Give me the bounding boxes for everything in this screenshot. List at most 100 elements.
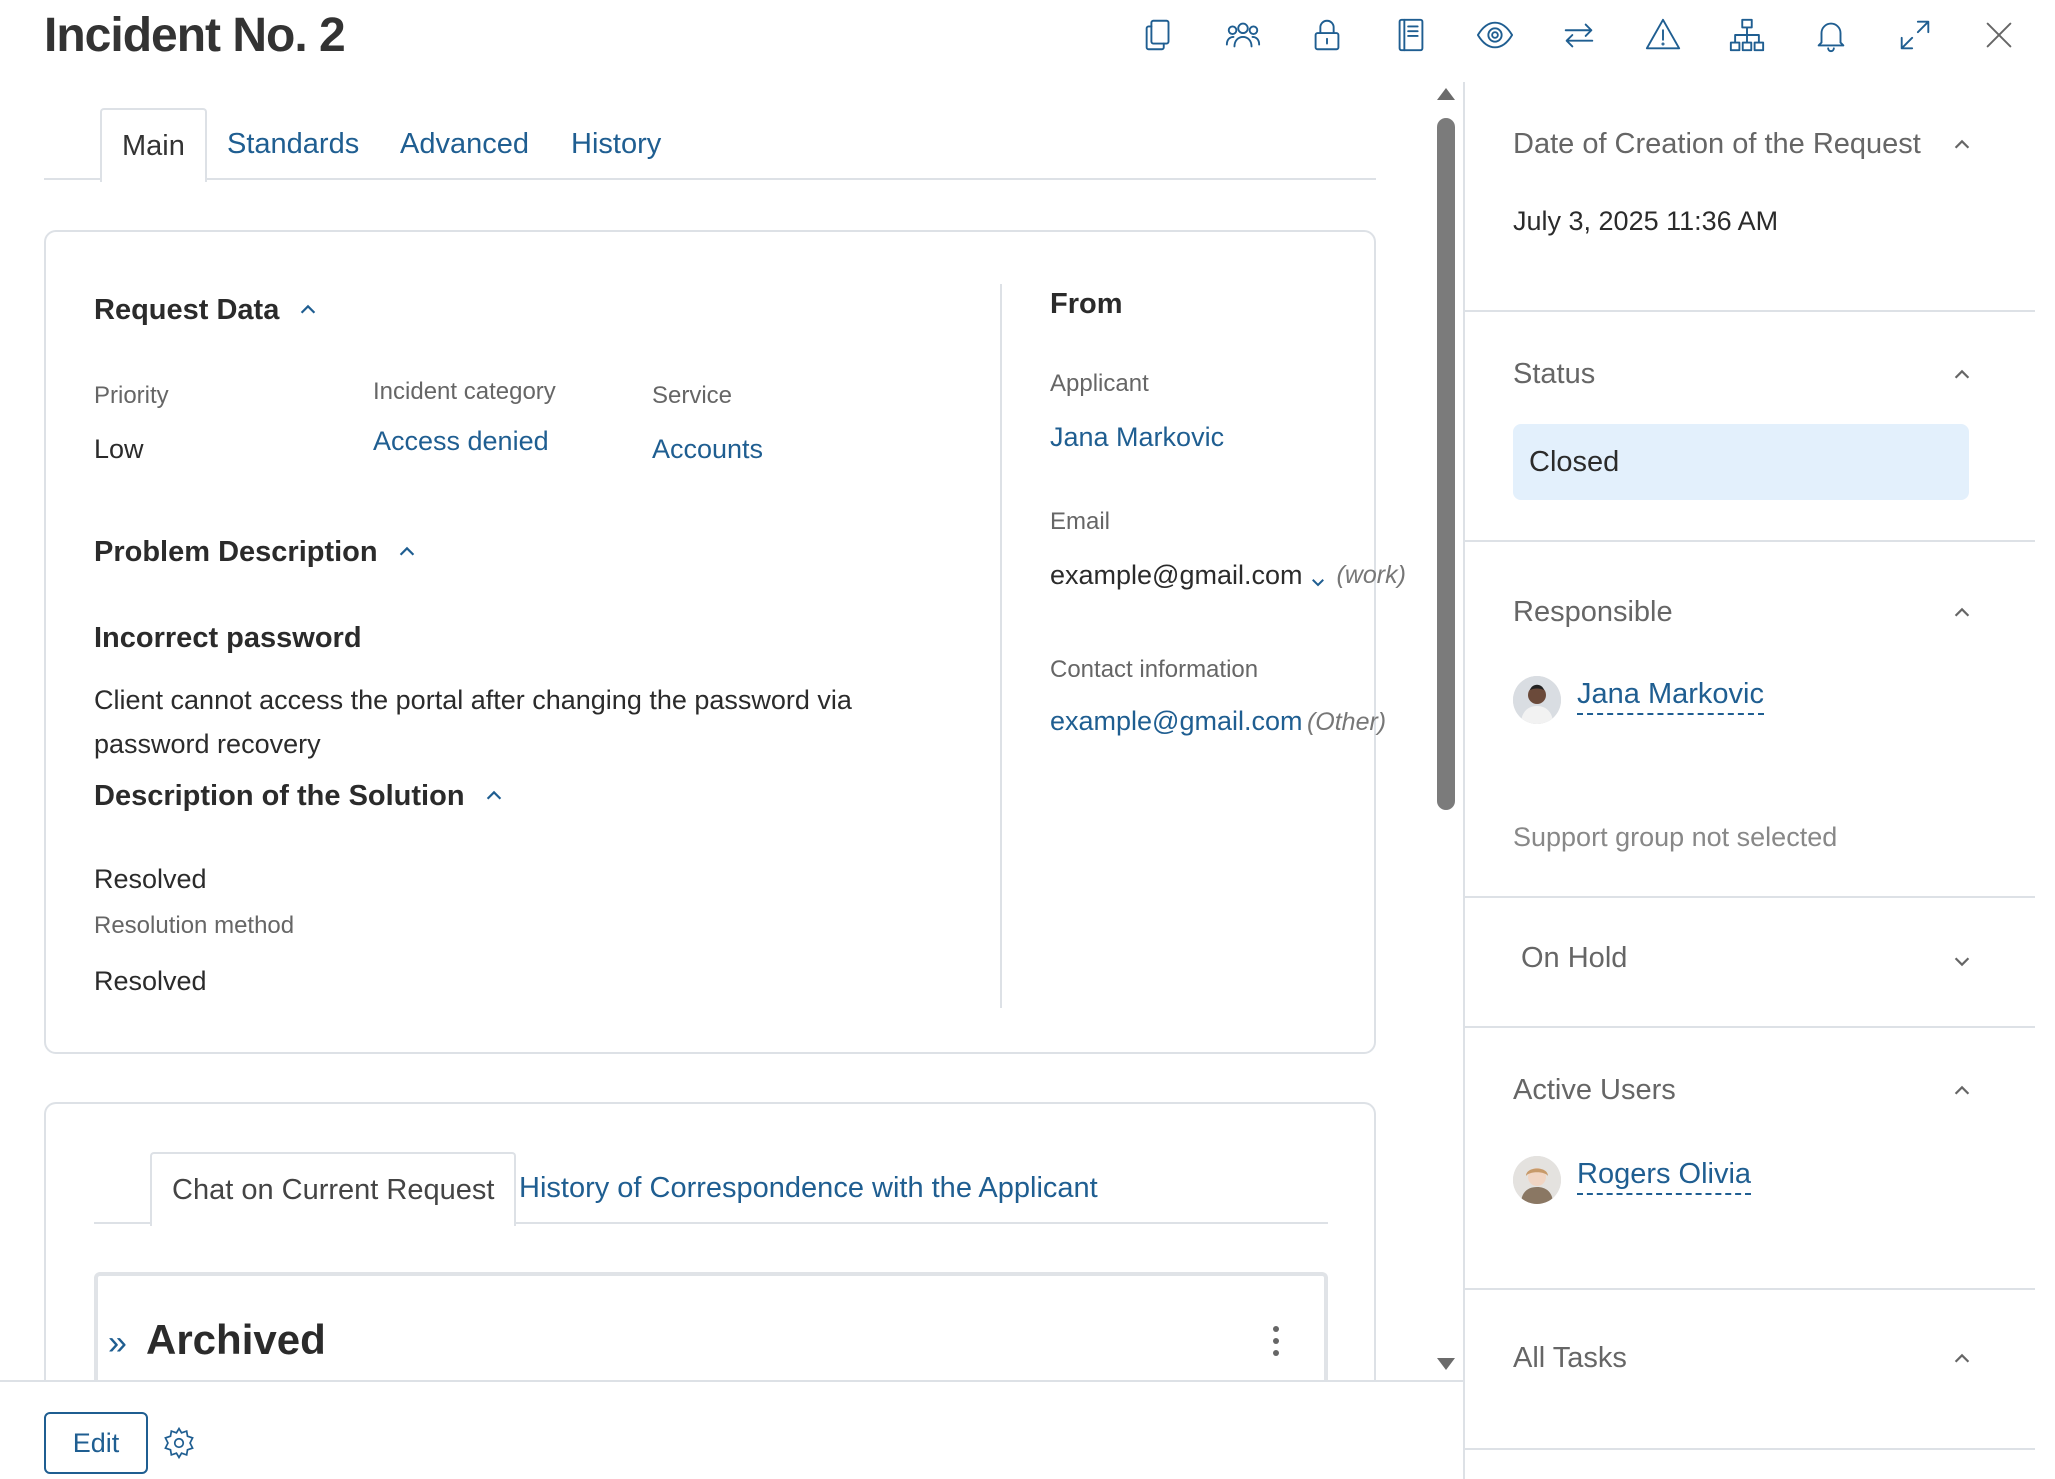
column-divider	[1000, 284, 1002, 1008]
status-badge[interactable]: Closed	[1513, 424, 1969, 500]
chevron-down-icon[interactable]	[1951, 950, 1977, 976]
resolution-method-label: Resolution method	[94, 912, 295, 939]
archived-panel: » Archived	[94, 1272, 1328, 1380]
problem-subject: Incorrect password	[94, 622, 362, 654]
active-user-link[interactable]: Rogers Olivia	[1577, 1158, 1752, 1195]
on-hold-heading: On Hold	[1521, 942, 1628, 974]
chat-card: Chat on Current Request History of Corre…	[44, 1102, 1376, 1380]
tab-history[interactable]: History	[571, 108, 661, 180]
right-panel: Date of Creation of the Request July 3, …	[1463, 82, 2035, 1479]
chevron-up-icon[interactable]	[1951, 134, 1977, 160]
bottom-bar: Edit	[0, 1380, 1463, 1479]
chevron-up-icon	[297, 296, 327, 326]
status-section: Status Closed	[1465, 312, 2035, 542]
chevron-up-icon	[483, 782, 513, 812]
scroll-up-arrow-icon[interactable]	[1437, 88, 1455, 100]
email-value-row[interactable]: example@gmail.com (work)	[1050, 560, 1406, 591]
expand-button[interactable]	[1873, 12, 1957, 58]
tab-chat-current[interactable]: Chat on Current Request	[150, 1152, 517, 1226]
lock-icon	[1314, 19, 1340, 51]
structure-button[interactable]	[1705, 12, 1789, 58]
warning-icon	[1645, 18, 1681, 50]
contact-link[interactable]: example@gmail.com	[1050, 706, 1303, 736]
lock-button[interactable]	[1285, 12, 1369, 58]
service-label: Service	[652, 382, 733, 409]
solution-heading[interactable]: Description of the Solution	[94, 780, 513, 813]
solution-value: Resolved	[94, 864, 207, 894]
more-options-icon[interactable]	[1270, 1326, 1282, 1362]
contact-row: example@gmail.com (Other)	[1050, 706, 1386, 737]
applicant-link[interactable]: Jana Markovic	[1050, 422, 1224, 453]
bell-icon	[1817, 22, 1845, 53]
notifications-button[interactable]	[1789, 12, 1873, 58]
transfer-button[interactable]	[1537, 12, 1621, 58]
edit-button[interactable]: Edit	[44, 1412, 148, 1474]
escalate-button[interactable]	[1621, 12, 1705, 58]
active-users-section: Active Users Rogers Olivia	[1465, 1028, 2035, 1290]
category-link[interactable]: Access denied	[373, 426, 549, 457]
main-tabs: Main Standards Advanced History	[44, 108, 1376, 182]
priority-value: Low	[94, 434, 144, 464]
responsible-heading: Responsible	[1513, 596, 1673, 628]
problem-heading[interactable]: Problem Description	[94, 536, 426, 569]
problem-title: Problem Description	[94, 536, 378, 568]
support-group-note: Support group not selected	[1513, 822, 1838, 852]
main-area: Main Standards Advanced History Request …	[0, 82, 1463, 1380]
creation-date-heading: Date of Creation of the Request	[1513, 128, 1921, 160]
responsible-user-link[interactable]: Jana Markovic	[1577, 678, 1764, 715]
chevron-down-icon	[1309, 567, 1327, 586]
request-data-heading[interactable]: Request Data	[94, 294, 327, 327]
close-icon	[1986, 22, 2012, 48]
from-heading: From	[1050, 288, 1123, 320]
tab-main[interactable]: Main	[100, 108, 207, 182]
double-chevron-right-icon[interactable]: »	[108, 1324, 127, 1363]
contact-type: (Other)	[1306, 708, 1387, 736]
contact-label: Contact information	[1050, 656, 1259, 683]
on-hold-section[interactable]: On Hold	[1465, 898, 2035, 1028]
copy-icon	[1145, 19, 1170, 51]
page-title: Incident No. 2	[44, 9, 346, 62]
avatar	[1513, 1156, 1561, 1204]
hierarchy-icon	[1729, 18, 1765, 52]
tab-correspondence-history[interactable]: History of Correspondence with the Appli…	[519, 1152, 1098, 1224]
participants-button[interactable]	[1201, 12, 1285, 58]
chevron-up-icon	[396, 538, 426, 568]
problem-text: Client cannot access the portal after ch…	[94, 685, 852, 759]
service-link[interactable]: Accounts	[652, 434, 763, 465]
chevron-up-icon[interactable]	[1951, 1348, 1977, 1374]
swap-icon	[1564, 23, 1594, 48]
chevron-up-icon[interactable]	[1951, 1080, 1977, 1106]
chevron-up-icon[interactable]	[1951, 364, 1977, 390]
copy-button[interactable]	[1117, 12, 1201, 58]
archived-title: Archived	[146, 1316, 326, 1363]
priority-label: Priority	[94, 382, 169, 409]
scrollbar-thumb[interactable]	[1437, 118, 1455, 810]
knowledge-base-button[interactable]	[1369, 12, 1453, 58]
eye-icon	[1476, 21, 1514, 49]
header-toolbar	[1117, 12, 2041, 58]
scroll-down-arrow-icon[interactable]	[1437, 1358, 1455, 1370]
solution-title: Description of the Solution	[94, 780, 465, 812]
email-type: (work)	[1336, 561, 1406, 589]
chevron-up-icon[interactable]	[1951, 602, 1977, 628]
creation-date-section: Date of Creation of the Request July 3, …	[1465, 82, 2035, 312]
creation-date-value: July 3, 2025 11:36 AM	[1513, 206, 1779, 236]
users-icon	[1225, 22, 1261, 48]
email-label: Email	[1050, 508, 1111, 535]
status-heading: Status	[1513, 358, 1596, 390]
request-card: Request Data Priority Low Incident categ…	[44, 230, 1406, 1054]
active-users-heading: Active Users	[1513, 1074, 1676, 1106]
tab-advanced[interactable]: Advanced	[400, 108, 529, 180]
expand-icon	[1900, 20, 1930, 50]
close-button[interactable]	[1957, 12, 2041, 58]
avatar	[1513, 676, 1561, 724]
all-tasks-heading: All Tasks	[1513, 1342, 1627, 1374]
tab-standards[interactable]: Standards	[227, 108, 359, 180]
gear-icon[interactable]	[162, 1426, 196, 1460]
book-icon	[1398, 18, 1424, 52]
watch-button[interactable]	[1453, 12, 1537, 58]
chat-tabs: Chat on Current Request History of Corre…	[94, 1152, 1328, 1226]
email-value: example@gmail.com	[1050, 560, 1303, 590]
applicant-label: Applicant	[1050, 370, 1149, 397]
responsible-section: Responsible Jana Markovic Support group …	[1465, 542, 2035, 898]
